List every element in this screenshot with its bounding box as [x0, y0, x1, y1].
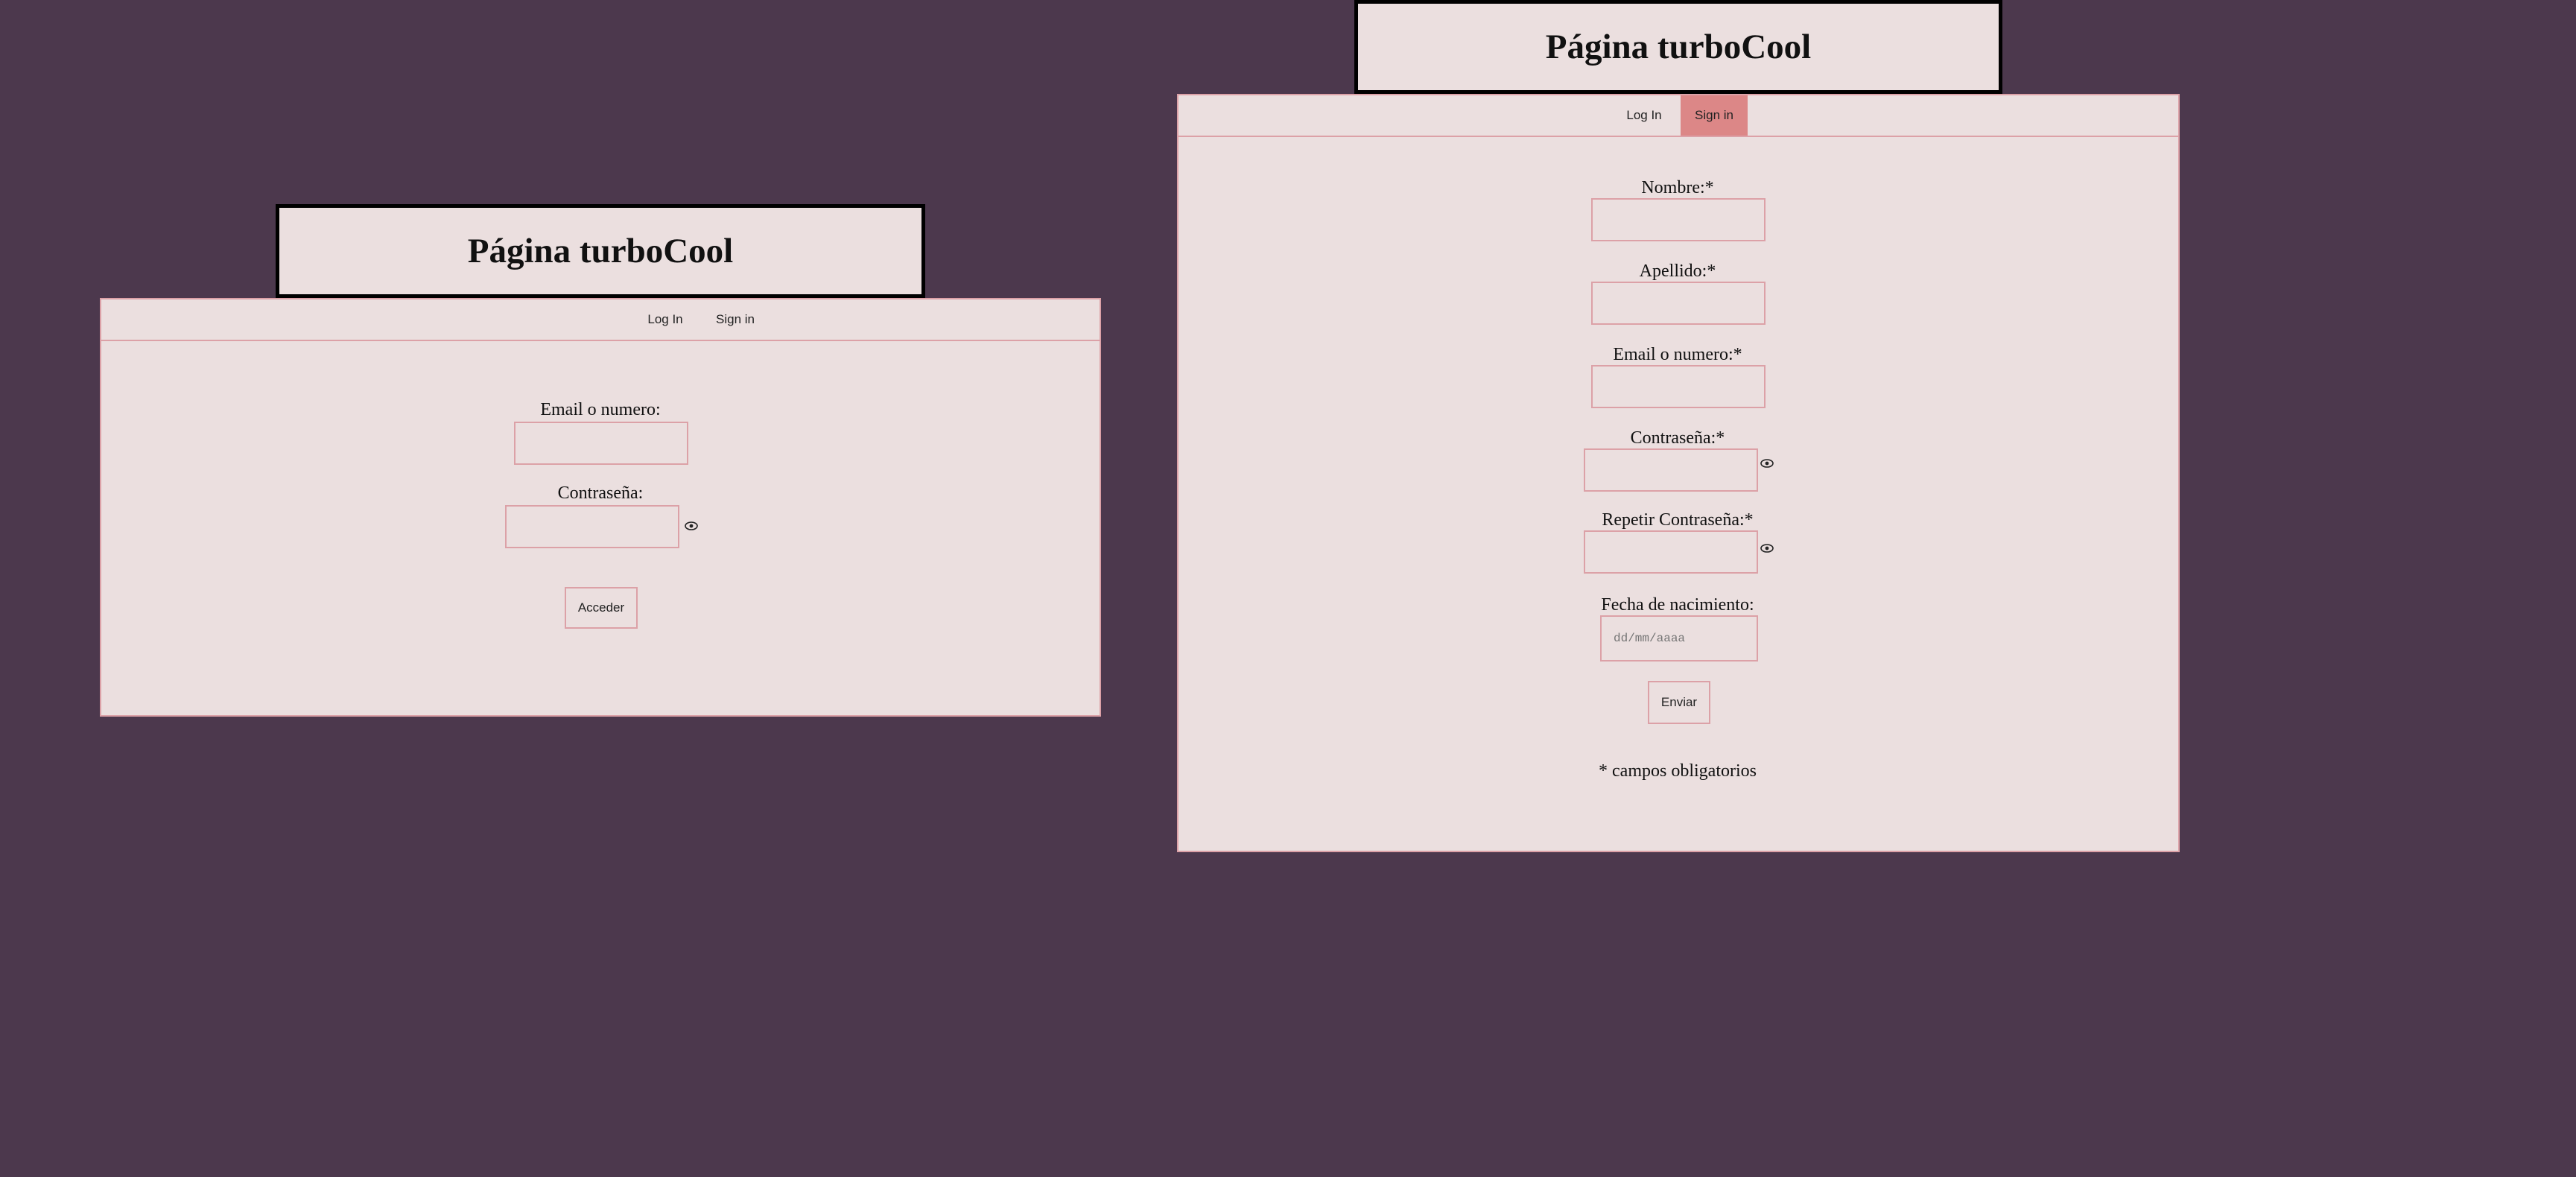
email-input[interactable] [1591, 365, 1766, 408]
birthdate-label: Fecha de nacimiento: [1601, 595, 1754, 615]
password-label: Contraseña: [557, 483, 644, 503]
password-label: Contraseña:* [1630, 428, 1725, 448]
eye-icon[interactable] [684, 518, 699, 533]
apellido-label: Apellido:* [1639, 261, 1716, 281]
required-fields-note: * campos obligatorios [1599, 761, 1757, 781]
repeat-password-label: Repetir Contraseña:* [1602, 510, 1754, 530]
eye-icon[interactable] [1760, 456, 1774, 471]
login-title-box: Página turboCool [276, 204, 925, 298]
enviar-button[interactable]: Enviar [1648, 681, 1710, 724]
password-input[interactable] [1584, 448, 1758, 492]
apellido-input[interactable] [1591, 282, 1766, 325]
nombre-label: Nombre:* [1641, 178, 1714, 197]
nav-login-tab[interactable]: Log In [1611, 95, 1678, 136]
nav-login-tab[interactable]: Log In [632, 299, 699, 340]
page-title: Página turboCool [467, 232, 734, 270]
login-panel: Log In Sign in Email o numero: Contraseñ… [100, 298, 1101, 717]
nombre-input[interactable] [1591, 198, 1766, 241]
birthdate-input[interactable] [1600, 615, 1758, 662]
email-label: Email o numero: [540, 400, 661, 419]
password-input[interactable] [505, 505, 679, 548]
signup-title-box: Página turboCool [1354, 0, 2002, 94]
repeat-password-input[interactable] [1584, 530, 1758, 574]
signup-nav: Log In Sign in [1178, 95, 2178, 137]
eye-icon[interactable] [1760, 541, 1774, 556]
page-title: Página turboCool [1545, 28, 1812, 66]
nav-signin-tab[interactable]: Sign in [702, 299, 769, 340]
nav-signin-tab[interactable]: Sign in [1681, 95, 1748, 136]
signup-panel: Log In Sign in Nombre:* Apellido:* Email… [1177, 94, 2180, 852]
email-input[interactable] [514, 422, 688, 465]
login-nav: Log In Sign in [101, 299, 1100, 341]
acceder-button[interactable]: Acceder [565, 587, 638, 629]
email-label: Email o numero:* [1613, 345, 1742, 364]
